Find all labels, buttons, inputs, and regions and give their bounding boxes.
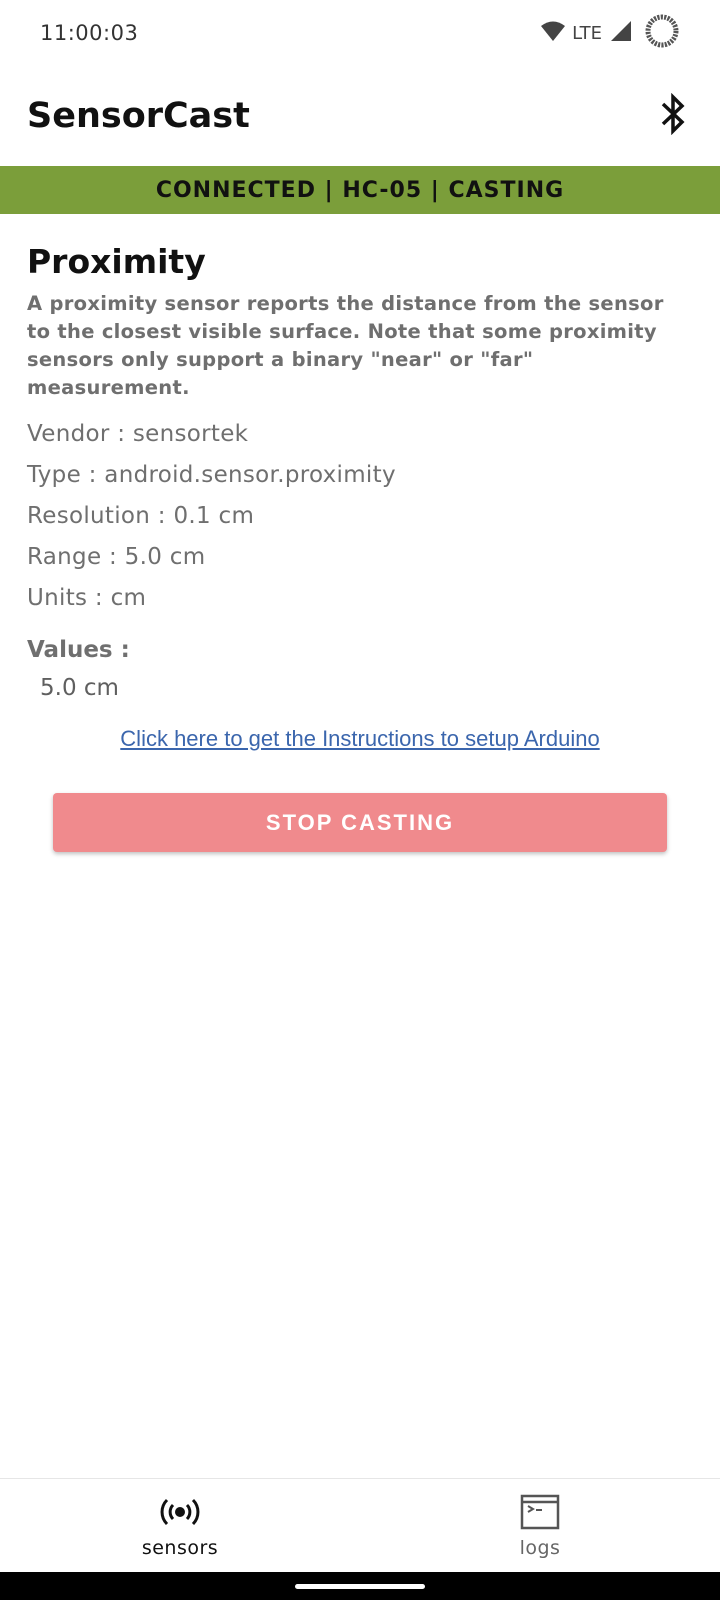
- signal-icon: [610, 20, 632, 46]
- stop-casting-button[interactable]: STOP CASTING: [53, 793, 667, 852]
- sensor-vendor: Vendor : sensortek: [27, 421, 249, 447]
- battery-ring-icon: [644, 13, 680, 53]
- sensor-name: Proximity: [27, 242, 206, 281]
- sensor-units: Units : cm: [27, 585, 147, 611]
- values-label: Values :: [27, 637, 130, 663]
- home-gesture-handle[interactable]: [295, 1583, 425, 1589]
- status-time: 11:00:03: [40, 21, 139, 45]
- nav-label-logs: logs: [519, 1537, 561, 1559]
- bluetooth-button[interactable]: [643, 86, 703, 146]
- nav-item-logs[interactable]: logs: [360, 1479, 720, 1572]
- sensor-resolution: Resolution : 0.1 cm: [27, 503, 255, 529]
- sensor-value: 5.0 cm: [40, 675, 119, 701]
- bottom-navigation: sensors logs: [0, 1478, 720, 1572]
- instructions-link[interactable]: Click here to get the Instructions to se…: [0, 726, 720, 752]
- wifi-icon: [540, 20, 566, 46]
- screen: 11:00:03 LTE SensorCast CONNECTED | HC-0…: [0, 0, 720, 1600]
- sensor-type: Type : android.sensor.proximity: [27, 462, 396, 488]
- sensor-range: Range : 5.0 cm: [27, 544, 206, 570]
- sensor-properties: Vendor : sensortek Type : android.sensor…: [27, 414, 693, 619]
- network-type: LTE: [572, 22, 602, 44]
- bluetooth-icon: [658, 92, 688, 139]
- status-bar: 11:00:03 LTE: [0, 0, 720, 66]
- status-icons: LTE: [540, 13, 680, 53]
- connection-status-text: CONNECTED | HC-05 | CASTING: [155, 177, 565, 203]
- nav-label-sensors: sensors: [141, 1537, 219, 1559]
- sensor-description: A proximity sensor reports the distance …: [27, 292, 664, 399]
- app-bar: SensorCast: [0, 66, 720, 166]
- gesture-navigation-bar: [0, 1572, 720, 1600]
- nav-item-sensors[interactable]: sensors: [0, 1479, 360, 1572]
- app-title: SensorCast: [27, 96, 250, 136]
- terminal-icon: [520, 1493, 560, 1531]
- connection-status-banner: CONNECTED | HC-05 | CASTING: [0, 166, 720, 214]
- broadcast-icon: [158, 1493, 202, 1531]
- sensor-details: Proximity A proximity sensor reports the…: [27, 240, 693, 707]
